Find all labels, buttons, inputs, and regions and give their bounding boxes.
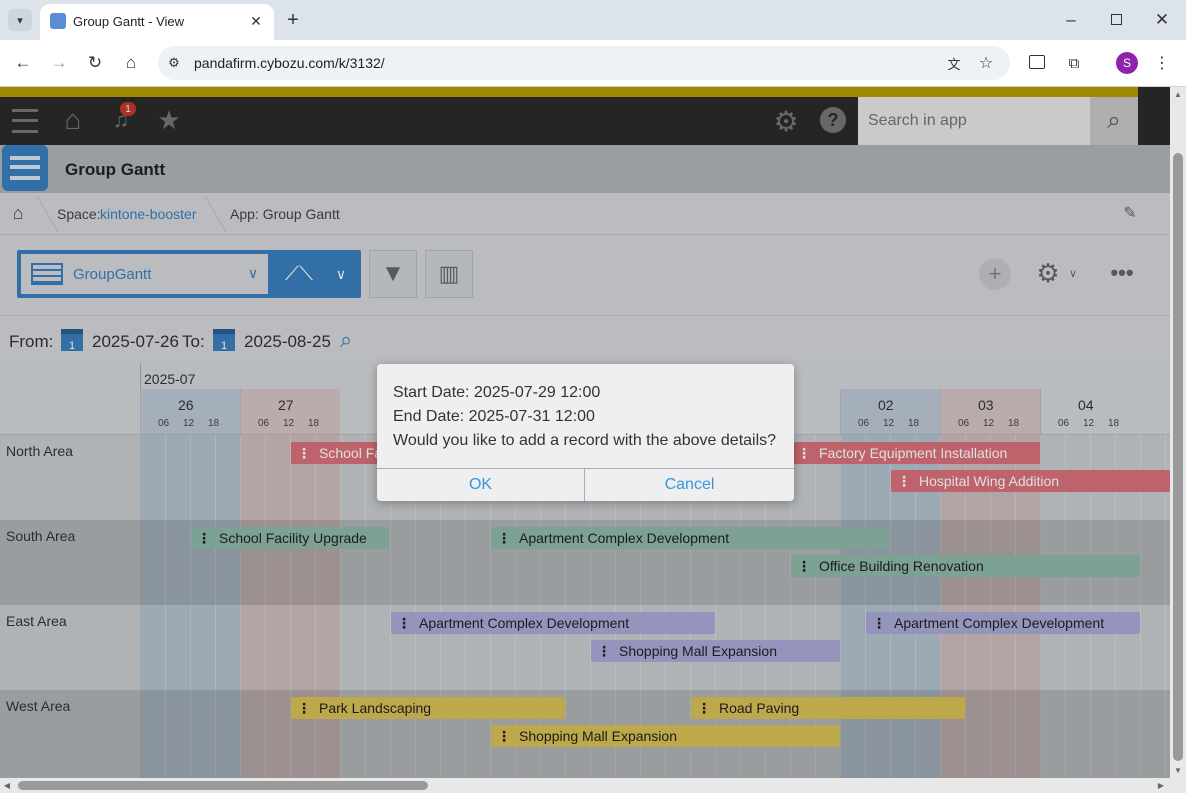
maximize-icon[interactable] bbox=[1111, 14, 1122, 25]
close-tab-icon[interactable]: ✕ bbox=[246, 11, 266, 31]
scroll-right-icon[interactable]: ▶ bbox=[1156, 780, 1166, 791]
address-bar[interactable]: ⚙ pandafirm.cybozu.com/k/3132/ 文 ☆ bbox=[158, 46, 1010, 80]
horizontal-scrollbar[interactable]: ◀ ▶ bbox=[0, 778, 1186, 793]
screenshot-icon[interactable] bbox=[1029, 55, 1045, 69]
tab-title: Group Gantt - View bbox=[73, 14, 185, 29]
scroll-left-icon[interactable]: ◀ bbox=[2, 780, 12, 791]
close-window-icon[interactable]: ✕ bbox=[1151, 9, 1173, 31]
reload-icon[interactable]: ↻ bbox=[84, 52, 106, 74]
new-tab-icon[interactable]: + bbox=[282, 9, 304, 31]
vertical-scrollbar[interactable]: ▲ ▼ bbox=[1170, 87, 1186, 778]
confirm-dialog: Start Date: 2025-07-29 12:00 End Date: 2… bbox=[377, 364, 794, 501]
translate-icon[interactable]: 文 bbox=[944, 53, 964, 73]
back-icon[interactable]: ← bbox=[12, 52, 34, 74]
bookmark-star-icon[interactable]: ☆ bbox=[976, 53, 996, 73]
dialog-question: Would you like to add a record with the … bbox=[393, 432, 777, 449]
browser-menu-icon[interactable]: ⋮ bbox=[1152, 52, 1172, 74]
minimize-icon[interactable]: – bbox=[1060, 9, 1082, 31]
dialog-start-date: Start Date: 2025-07-29 12:00 bbox=[393, 384, 601, 401]
scroll-up-icon[interactable]: ▲ bbox=[1172, 89, 1184, 99]
extensions-icon[interactable]: ⧉ bbox=[1063, 52, 1085, 74]
forward-icon[interactable]: → bbox=[48, 52, 70, 74]
scroll-down-icon[interactable]: ▼ bbox=[1172, 765, 1184, 775]
url-text: pandafirm.cybozu.com/k/3132/ bbox=[194, 55, 385, 71]
dialog-end-date: End Date: 2025-07-31 12:00 bbox=[393, 408, 595, 425]
tab-favicon bbox=[50, 13, 66, 29]
ok-button[interactable]: OK bbox=[377, 468, 585, 501]
site-info-icon[interactable]: ⚙ bbox=[164, 53, 184, 73]
profile-initial: S bbox=[1122, 56, 1131, 70]
tab-search-button[interactable]: ▾ bbox=[8, 9, 32, 31]
browser-tab[interactable]: Group Gantt - View ✕ bbox=[40, 4, 274, 40]
cancel-button[interactable]: Cancel bbox=[585, 468, 794, 501]
profile-avatar[interactable]: S bbox=[1116, 52, 1138, 74]
horizontal-scroll-thumb[interactable] bbox=[18, 781, 428, 790]
home-icon[interactable]: ⌂ bbox=[120, 52, 142, 74]
vertical-scroll-thumb[interactable] bbox=[1173, 153, 1183, 761]
